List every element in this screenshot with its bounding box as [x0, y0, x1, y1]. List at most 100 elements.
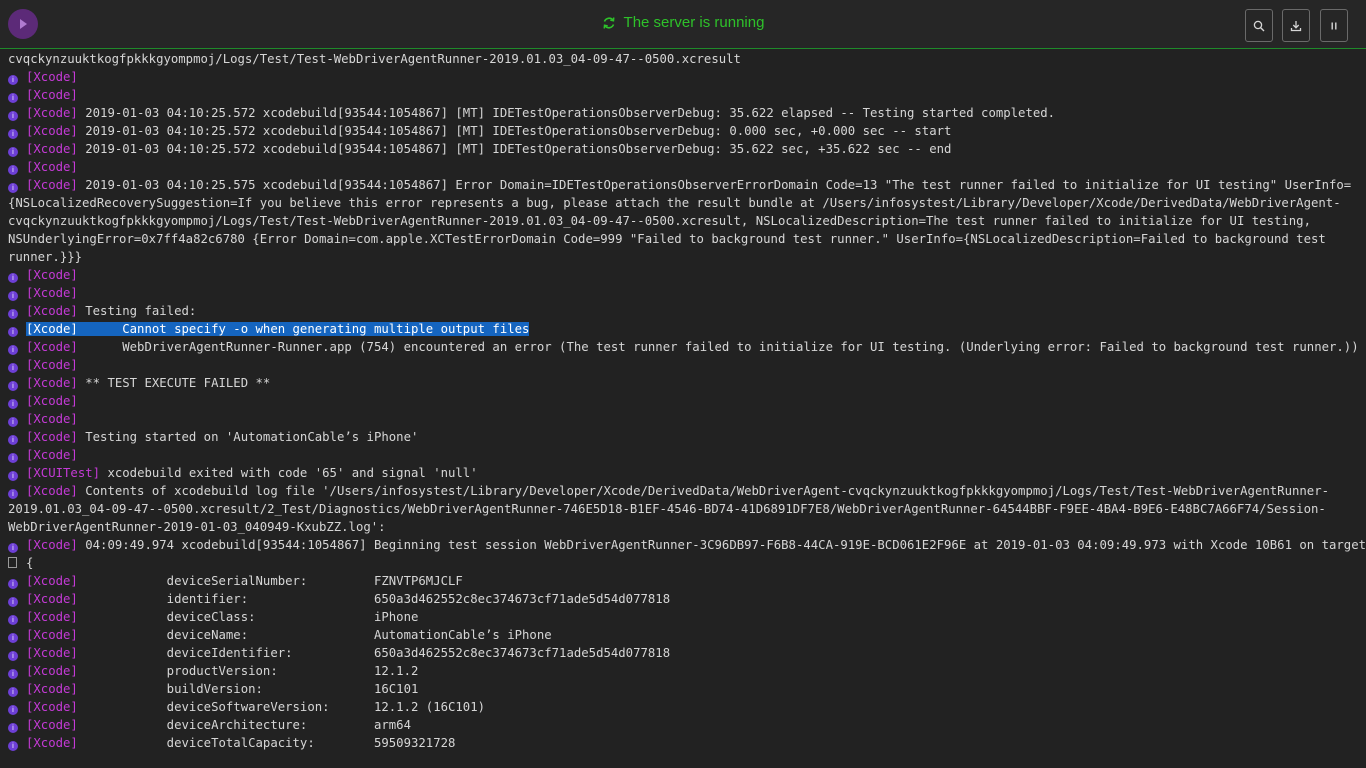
log-message: WebDriverAgentRunner-2019-01-03_040949-K… [8, 520, 386, 534]
log-line-content: [Xcode] [26, 412, 78, 426]
log-message: deviceIdentifier: 650a3d462552c8ec374673… [77, 646, 671, 660]
log-source-tag: [Xcode] [26, 88, 78, 102]
search-button[interactable] [1245, 9, 1273, 42]
log-line: i [Xcode] ** TEST EXECUTE FAILED ** [0, 374, 1366, 392]
log-line-content: [Xcode] [26, 268, 78, 282]
log-line: i [Xcode] deviceClass: iPhone [0, 608, 1366, 626]
log-line: cvqckynzuuktkogfpkkkgyompmoj/Logs/Test/T… [0, 212, 1366, 230]
log-line: i [Xcode] 2019-01-03 04:10:25.572 xcodebu… [0, 122, 1366, 140]
log-line-content: [Xcode] deviceSoftwareVersion: 12.1.2 (1… [26, 700, 485, 714]
log-line-content: [Xcode] Cannot specify -o when generatin… [26, 322, 530, 336]
log-line-content: [XCUITest] xcodebuild exited with code '… [26, 466, 478, 480]
info-icon: i [8, 273, 18, 283]
info-icon: i [8, 453, 18, 463]
log-line: WebDriverAgentRunner-2019-01-03_040949-K… [0, 518, 1366, 536]
log-line-content: [Xcode] Testing failed: [26, 304, 196, 318]
log-line: i [Xcode] Cannot specify -o when generati… [0, 320, 1366, 338]
log-source-tag: [Xcode] [26, 286, 78, 300]
info-icon: i [8, 75, 18, 85]
log-line: i [Xcode] WebDriverAgentRunner-Runner.app… [0, 338, 1366, 356]
log-message: buildVersion: 16C101 [77, 682, 419, 696]
log-message: ** TEST EXECUTE FAILED ** [77, 376, 271, 390]
log-source-tag: [Xcode] [26, 682, 78, 696]
log-message: 2019-01-03 04:10:25.572 xcodebuild[93544… [77, 142, 952, 156]
log-source-tag: [XCUITest] [26, 466, 101, 480]
log-line-content: [Xcode] identifier: 650a3d462552c8ec3746… [26, 592, 670, 606]
log-line: i [Xcode] [0, 410, 1366, 428]
log-line: i [Xcode] [0, 284, 1366, 302]
info-icon: i [8, 741, 18, 751]
log-line-content: [Xcode] deviceTotalCapacity: 59509321728 [26, 736, 455, 750]
log-message: runner.}}} [8, 250, 83, 264]
info-icon: i [8, 597, 18, 607]
log-line: i [Xcode] productVersion: 12.1.2 [0, 662, 1366, 680]
log-source-tag: [Xcode] [26, 628, 78, 642]
log-source-tag: [Xcode] [26, 160, 78, 174]
server-log[interactable]: cvqckynzuuktkogfpkkkgyompmoj/Logs/Test/T… [0, 50, 1366, 752]
log-message: 2019-01-03 04:10:25.575 xcodebuild[93544… [77, 178, 1352, 192]
info-icon: i [8, 687, 18, 697]
log-line: i [Xcode] Testing started on 'AutomationC… [0, 428, 1366, 446]
log-line-content: [Xcode] productVersion: 12.1.2 [26, 664, 418, 678]
download-icon [1290, 20, 1302, 31]
log-line: i [Xcode] deviceName: AutomationCable’s i… [0, 626, 1366, 644]
log-line-content: [Xcode] WebDriverAgentRunner-Runner.app … [26, 340, 1359, 354]
debug-icon [8, 557, 17, 568]
log-message: deviceArchitecture: arm64 [77, 718, 411, 732]
log-source-tag: [Xcode] [26, 178, 78, 192]
log-line: i [Xcode] deviceArchitecture: arm64 [0, 716, 1366, 734]
log-line-content: {NSLocalizedRecoverySuggestion=If you be… [8, 196, 1341, 210]
log-line: i [XCUITest] xcodebuild exited with code … [0, 464, 1366, 482]
info-icon: i [8, 327, 18, 337]
log-line-content: [Xcode] ** TEST EXECUTE FAILED ** [26, 376, 270, 390]
log-message: deviceClass: iPhone [77, 610, 419, 624]
log-line: runner.}}} [0, 248, 1366, 266]
info-icon: i [8, 543, 18, 553]
log-line: i [Xcode] [0, 446, 1366, 464]
log-source-tag: [Xcode] [26, 484, 78, 498]
log-line: i [Xcode] [0, 392, 1366, 410]
log-message: NSUnderlyingError=0x7ff4a82c6780 {Error … [8, 232, 1326, 246]
log-source-tag: [Xcode] [26, 664, 78, 678]
log-line-content: [Xcode] 2019-01-03 04:10:25.572 xcodebui… [26, 124, 951, 138]
info-icon: i [8, 399, 18, 409]
log-line-content: { [26, 556, 33, 570]
log-line: i [Xcode] 2019-01-03 04:10:25.572 xcodebu… [0, 104, 1366, 122]
log-message: deviceSoftwareVersion: 12.1.2 (16C101) [77, 700, 486, 714]
log-line-content: [Xcode] 2019-01-03 04:10:25.575 xcodebui… [26, 178, 1351, 192]
log-source-tag: [Xcode] [26, 322, 78, 336]
info-icon: i [8, 93, 18, 103]
log-line: NSUnderlyingError=0x7ff4a82c6780 {Error … [0, 230, 1366, 248]
log-line-content: [Xcode] 04:09:49.974 xcodebuild[93544:10… [26, 538, 1366, 552]
info-icon: i [8, 489, 18, 499]
log-line: i [Xcode] deviceSerialNumber: FZNVTP6MJCL… [0, 572, 1366, 590]
log-source-tag: [Xcode] [26, 142, 78, 156]
log-source-tag: [Xcode] [26, 394, 78, 408]
log-message: 2019-01-03 04:10:25.572 xcodebuild[93544… [77, 124, 952, 138]
log-line-content: cvqckynzuuktkogfpkkkgyompmoj/Logs/Test/T… [8, 52, 741, 66]
log-message: deviceName: AutomationCable’s iPhone [77, 628, 552, 642]
pause-logs-button[interactable] [1320, 9, 1348, 42]
log-source-tag: [Xcode] [26, 646, 78, 660]
log-source-tag: [Xcode] [26, 574, 78, 588]
log-message: Cannot specify -o when generating multip… [77, 322, 530, 336]
info-icon: i [8, 633, 18, 643]
log-line: i [Xcode] [0, 158, 1366, 176]
log-source-tag: [Xcode] [26, 304, 78, 318]
top-bar: The server is running [0, 0, 1366, 49]
log-source-tag: [Xcode] [26, 106, 78, 120]
log-line: i [Xcode] [0, 356, 1366, 374]
log-line-content: [Xcode] [26, 394, 78, 408]
log-message: xcodebuild exited with code '65' and sig… [100, 466, 478, 480]
log-line-content: [Xcode] [26, 286, 78, 300]
log-line-content: [Xcode] deviceClass: iPhone [26, 610, 418, 624]
log-line: {NSLocalizedRecoverySuggestion=If you be… [0, 194, 1366, 212]
log-message: productVersion: 12.1.2 [77, 664, 419, 678]
log-message: cvqckynzuuktkogfpkkkgyompmoj/Logs/Test/T… [8, 52, 741, 66]
info-icon: i [8, 129, 18, 139]
download-logs-button[interactable] [1282, 9, 1310, 42]
log-source-tag: [Xcode] [26, 412, 78, 426]
log-message: {NSLocalizedRecoverySuggestion=If you be… [8, 196, 1341, 210]
info-icon: i [8, 669, 18, 679]
log-source-tag: [Xcode] [26, 376, 78, 390]
